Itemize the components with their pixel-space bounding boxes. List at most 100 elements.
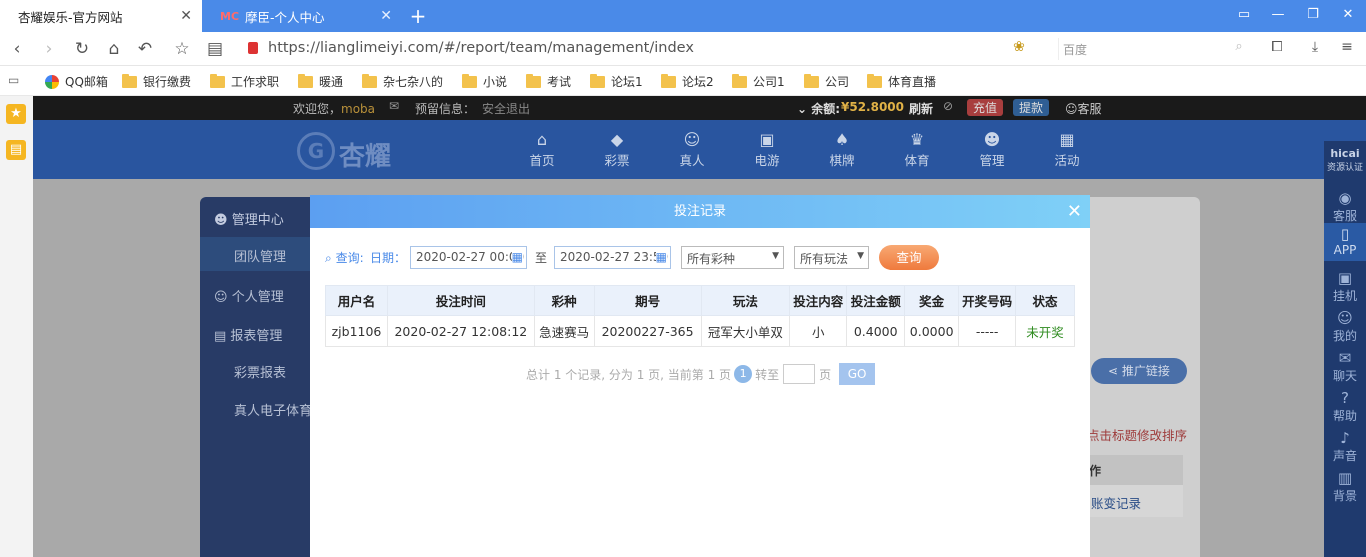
bookmark-folder[interactable]: 体育直播 <box>867 73 936 90</box>
undo-close-icon[interactable]: ↶ <box>134 39 156 59</box>
lottery-select[interactable]: 所有彩种 ▼ <box>681 246 784 269</box>
reader-icon[interactable]: ▤ <box>204 39 226 59</box>
browser-tab-bar: 杏耀娱乐-官方网站 ✕ MC 摩臣-个人中心 ✕ + ▭ — ❐ ✕ <box>0 0 1366 32</box>
tab-xingyao[interactable]: 杏耀娱乐-官方网站 ✕ <box>0 0 202 32</box>
pager-summary: 总计 1 个记录, 分为 1 页, 当前第 1 页 <box>526 367 732 382</box>
nav-events[interactable]: ▦ 活动 <box>1037 130 1097 169</box>
hicai-badge: hicai 资源认证 <box>1326 147 1363 173</box>
close-icon[interactable]: ✕ <box>180 8 192 24</box>
dock-mine[interactable]: ☺ 我的 <box>1324 309 1366 344</box>
site-header: G 杏耀 ⌂ 首页 ◆ 彩票 ☺ 真人 ▣ 电游 ♠ 棋牌 ♛ 体育 ☻ 管理 ▦ 活动 <box>33 120 1366 179</box>
bookmark-folder[interactable]: 杂七杂八的 <box>362 73 443 90</box>
bookmark-folder[interactable]: 公司1 <box>732 73 785 90</box>
dock-service[interactable]: ◉ 客服 <box>1324 189 1366 224</box>
tab-mochen[interactable]: MC 摩臣-个人中心 ✕ <box>202 0 402 32</box>
bookmark-folder[interactable]: 考试 <box>526 73 571 90</box>
sort-hint: 点击标题修改排序 <box>1087 428 1188 443</box>
date-to-input[interactable]: 2020-02-27 23:59 ▦ <box>554 246 671 269</box>
notes-icon[interactable]: ▤ <box>6 140 26 160</box>
restore-icon[interactable]: ❐ <box>1301 7 1325 22</box>
promo-link-button[interactable]: ⋖ 推广链接 <box>1091 358 1187 384</box>
bookmark-label: 考试 <box>547 75 572 89</box>
goto-label: 转至 <box>755 367 780 382</box>
logout-link[interactable]: 安全退出 <box>482 100 530 117</box>
back-icon[interactable]: ‹ <box>6 39 28 59</box>
play-select[interactable]: 所有玩法 ▼ <box>794 246 869 269</box>
search-input[interactable]: 百度 <box>1058 38 1256 60</box>
balance-label: ⌄ 余额: <box>797 102 841 116</box>
nav-manage[interactable]: ☻ 管理 <box>962 130 1022 169</box>
cell-content: 小 <box>789 315 848 347</box>
star-icon[interactable]: ☆ <box>171 39 193 59</box>
nav-home[interactable]: ⌂ 首页 <box>512 130 572 169</box>
bookmark-folder[interactable]: 小说 <box>462 73 507 90</box>
page-jump-input[interactable] <box>783 364 816 384</box>
site-logo[interactable]: 杏耀 <box>339 136 391 173</box>
date-from-input[interactable]: 2020-02-27 00:00 ▦ <box>410 246 527 269</box>
page-unit-label: 页 <box>819 367 832 382</box>
sidebar-toggle-icon[interactable]: ▭ <box>1232 7 1256 22</box>
screenshot-icon[interactable]: ⧠ <box>1266 39 1288 55</box>
bookmark-label: 暖通 <box>319 75 344 89</box>
mail-icon[interactable]: ✉ <box>389 99 399 113</box>
welcome-text: 欢迎您，moba <box>293 102 376 116</box>
bookmark-folder[interactable]: 论坛2 <box>661 73 714 90</box>
bookmark-qq[interactable]: QQ邮箱 <box>45 73 108 90</box>
date-separator: 至 <box>535 251 548 265</box>
deposit-button[interactable]: 充值 <box>967 99 1004 116</box>
reload-icon[interactable]: ↻ <box>71 39 93 59</box>
dropdown-arrow-icon: ▼ <box>857 251 864 261</box>
nav-lottery[interactable]: ◆ 彩票 <box>587 130 647 169</box>
menu-icon[interactable]: ≡ <box>1336 39 1358 55</box>
home-icon[interactable]: ⌂ <box>103 39 125 59</box>
nav-live[interactable]: ☺ 真人 <box>662 130 722 169</box>
bookmark-label: 小说 <box>483 75 508 89</box>
extension-icon[interactable]: ❀ <box>1008 39 1030 55</box>
forward-icon[interactable]: › <box>38 39 60 59</box>
url-field[interactable]: https://lianglimeiyi.com/#/report/team/m… <box>268 40 694 56</box>
dock-chat[interactable]: ✉ 聊天 <box>1324 349 1366 384</box>
bookmarks-toggle-icon[interactable]: ▭ <box>8 73 19 87</box>
dock-background[interactable]: ▥ 背景 <box>1324 469 1366 504</box>
col-header: 期号 <box>593 285 702 316</box>
dock-app[interactable]: ▯ APP <box>1324 223 1366 261</box>
bookmark-folder[interactable]: 银行缴费 <box>122 73 191 90</box>
close-icon[interactable]: ✕ <box>380 8 392 24</box>
eye-off-icon[interactable]: ⊘ <box>943 99 953 113</box>
dock-help[interactable]: ? 帮助 <box>1324 389 1366 424</box>
col-header: 投注金额 <box>846 285 906 316</box>
dock-idle[interactable]: ▣ 挂机 <box>1324 269 1366 304</box>
go-button[interactable]: GO <box>839 363 876 385</box>
service-link[interactable]: ☺客服 <box>1065 100 1102 117</box>
folder-icon <box>462 73 477 88</box>
bookmark-folder[interactable]: 公司 <box>804 73 849 90</box>
favorites-icon[interactable]: ★ <box>6 104 26 124</box>
bookmark-label: 论坛1 <box>611 75 643 89</box>
bookmark-folder[interactable]: 工作求职 <box>210 73 279 90</box>
refresh-link[interactable]: 刷新 <box>909 100 933 117</box>
tab-favicon: MC <box>220 9 240 23</box>
nav-sports[interactable]: ♛ 体育 <box>887 130 947 169</box>
withdraw-button[interactable]: 提款 <box>1013 99 1050 116</box>
window-close-icon[interactable]: ✕ <box>1336 7 1360 22</box>
folder-icon <box>526 73 541 88</box>
address-bar: ‹ › ↻ ⌂ ↶ ☆ ▤ https://lianglimeiyi.com/#… <box>0 32 1366 66</box>
bookmark-folder[interactable]: 论坛1 <box>590 73 643 90</box>
nav-egames[interactable]: ▣ 电游 <box>737 130 797 169</box>
eye-icon: ◉ <box>1338 189 1352 207</box>
page-number-current[interactable]: 1 <box>734 365 753 383</box>
dock-sound[interactable]: ♪ 声音 <box>1324 429 1366 464</box>
reserved-info: 预留信息： <box>415 102 476 116</box>
close-icon[interactable]: ✕ <box>1067 195 1082 228</box>
query-button[interactable]: 查询 <box>879 245 939 270</box>
minimize-icon[interactable]: — <box>1266 7 1290 22</box>
new-tab-icon[interactable]: + <box>408 4 428 28</box>
cell-lottery: 急速赛马 <box>533 315 595 347</box>
download-icon[interactable]: ⤓ <box>1304 39 1326 55</box>
nav-cards[interactable]: ♠ 棋牌 <box>812 130 872 169</box>
account-record-link[interactable]: 账变记录 <box>1085 485 1183 517</box>
bookmark-folder[interactable]: 暖通 <box>298 73 343 90</box>
bet-record-modal: 投注记录 ✕ ⌕ 查询: 日期： 2020-02-27 00:00 ▦ 至 202… <box>310 195 1090 557</box>
search-icon[interactable]: ⌕ <box>1228 39 1250 54</box>
lock-icon <box>248 42 258 54</box>
